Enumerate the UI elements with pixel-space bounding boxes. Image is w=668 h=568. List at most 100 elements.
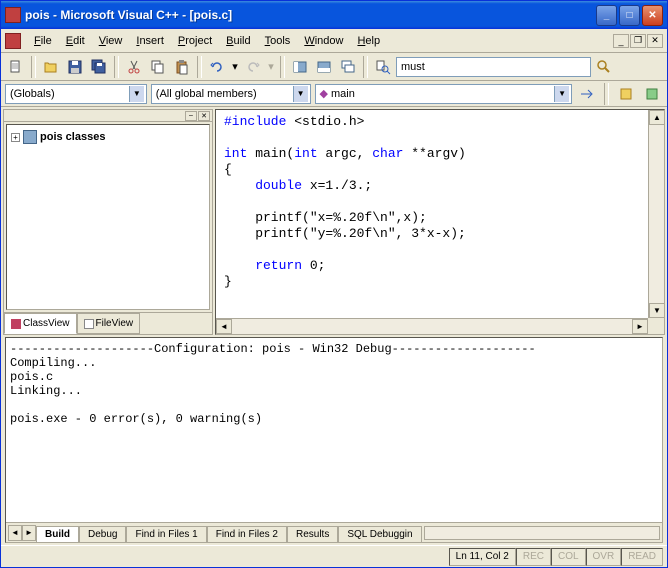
wizard-action2-button[interactable] [641,83,663,105]
scroll-left-button[interactable]: ◄ [216,319,232,334]
tree-root-item[interactable]: + pois classes [11,129,205,145]
sidebar-dock-button[interactable]: – [185,111,197,121]
tree-expand-icon[interactable]: + [11,133,20,142]
wizard-toolbar: (Globals) ▼ (All global members) ▼ ◆ mai… [1,81,667,107]
dropdown-arrow-icon: ▼ [129,86,144,102]
scope-combo[interactable]: (Globals) ▼ [5,84,147,104]
function-combo[interactable]: ◆ main ▼ [315,84,573,104]
window-controls: _ □ ✕ [596,5,663,26]
dropdown-arrow-icon: ▼ [293,86,308,102]
tab-fileview[interactable]: FileView [77,313,141,334]
new-text-button[interactable] [5,56,27,78]
menu-insert[interactable]: Insert [129,32,171,50]
status-rec: REC [516,548,551,566]
tab-scroll-left-button[interactable]: ◄ [8,525,22,541]
menu-file[interactable]: File [27,32,59,50]
horizontal-scrollbar[interactable]: ◄ ► [216,318,648,334]
tab-find2[interactable]: Find in Files 2 [207,526,287,542]
undo-dropdown[interactable]: ▾ [230,56,240,78]
scroll-down-button[interactable]: ▼ [649,303,665,318]
function-value: main [331,88,355,100]
mdi-restore-button[interactable]: ❐ [630,34,646,48]
open-button[interactable] [40,56,62,78]
fileview-icon [84,319,94,329]
menu-build[interactable]: Build [219,32,257,50]
mdi-minimize-button[interactable]: _ [613,34,629,48]
mdi-close-button[interactable]: ✕ [647,34,663,48]
scroll-track[interactable] [649,125,664,303]
cut-button[interactable] [123,56,145,78]
titlebar[interactable]: pois - Microsoft Visual C++ - [pois.c] _… [1,1,667,29]
tree-item-label: pois classes [40,131,105,143]
status-position: Ln 11, Col 2 [449,548,516,566]
redo-dropdown[interactable]: ▾ [266,56,276,78]
mdi-app-icon[interactable] [5,33,21,49]
sidebar-tabs: ClassView FileView [4,312,212,334]
output-hscroll[interactable] [424,526,660,540]
status-col: COL [551,548,586,566]
window-list-button[interactable] [337,56,359,78]
workspace-button[interactable] [289,56,311,78]
code-editor[interactable]: #include <stdio.h> int main(int argc, ch… [215,109,665,335]
menu-tools[interactable]: Tools [258,32,298,50]
members-combo[interactable]: (All global members) ▼ [151,84,311,104]
tab-sql[interactable]: SQL Debuggin [338,526,421,542]
sidebar-close-button[interactable]: ✕ [198,111,210,121]
mdi-controls: _ ❐ ✕ [613,34,663,48]
scroll-track[interactable] [232,319,632,334]
copy-button[interactable] [147,56,169,78]
standard-toolbar: ▾ ▾ [1,53,667,81]
tab-classview[interactable]: ClassView [4,313,77,334]
class-tree[interactable]: + pois classes [6,124,210,310]
find-in-files-button[interactable] [372,56,394,78]
scroll-right-button[interactable]: ► [632,319,648,334]
maximize-button[interactable]: □ [619,5,640,26]
wizard-action1-button[interactable] [615,83,637,105]
menu-view[interactable]: View [92,32,130,50]
save-all-button[interactable] [88,56,110,78]
vertical-scrollbar[interactable]: ▲ ▼ [648,110,664,318]
find-combo[interactable] [396,57,591,77]
sidebar-header: – ✕ [4,110,212,122]
tab-debug[interactable]: Debug [79,526,126,542]
close-button[interactable]: ✕ [642,5,663,26]
app-icon [5,7,21,23]
redo-button[interactable] [242,56,264,78]
menu-window[interactable]: Window [297,32,350,50]
main-window: pois - Microsoft Visual C++ - [pois.c] _… [0,0,668,568]
classes-icon [23,130,37,144]
function-icon: ◆ [320,87,328,100]
main-area: – ✕ + pois classes ClassView [1,107,667,545]
scope-value: (Globals) [10,88,55,100]
dropdown-arrow-icon: ▼ [554,86,569,102]
menubar: File Edit View Insert Project Build Tool… [1,29,667,53]
menu-edit[interactable]: Edit [59,32,92,50]
find-button[interactable] [593,56,615,78]
upper-panes: – ✕ + pois classes ClassView [1,107,667,337]
minimize-button[interactable]: _ [596,5,617,26]
status-ovr: OVR [586,548,622,566]
menu-project[interactable]: Project [171,32,219,50]
status-read: READ [621,548,663,566]
goto-button[interactable] [576,83,598,105]
scroll-up-button[interactable]: ▲ [649,110,665,125]
tab-label: FileView [96,318,134,329]
output-button[interactable] [313,56,335,78]
output-tabs: ◄ ► Build Debug Find in Files 1 Find in … [6,522,662,542]
undo-button[interactable] [206,56,228,78]
output-text[interactable]: --------------------Configuration: pois … [6,338,662,522]
window-title: pois - Microsoft Visual C++ - [pois.c] [25,8,596,22]
workspace-sidebar: – ✕ + pois classes ClassView [3,109,213,335]
classview-icon [11,319,21,329]
tab-build[interactable]: Build [36,526,79,542]
statusbar: Ln 11, Col 2 REC COL OVR READ [1,545,667,567]
code-content[interactable]: #include <stdio.h> int main(int argc, ch… [216,110,664,294]
menu-help[interactable]: Help [350,32,387,50]
save-button[interactable] [64,56,86,78]
tab-find1[interactable]: Find in Files 1 [126,526,206,542]
tab-label: ClassView [23,318,70,329]
tab-scroll-right-button[interactable]: ► [22,525,36,541]
tab-results[interactable]: Results [287,526,338,542]
paste-button[interactable] [171,56,193,78]
output-pane: --------------------Configuration: pois … [5,337,663,543]
